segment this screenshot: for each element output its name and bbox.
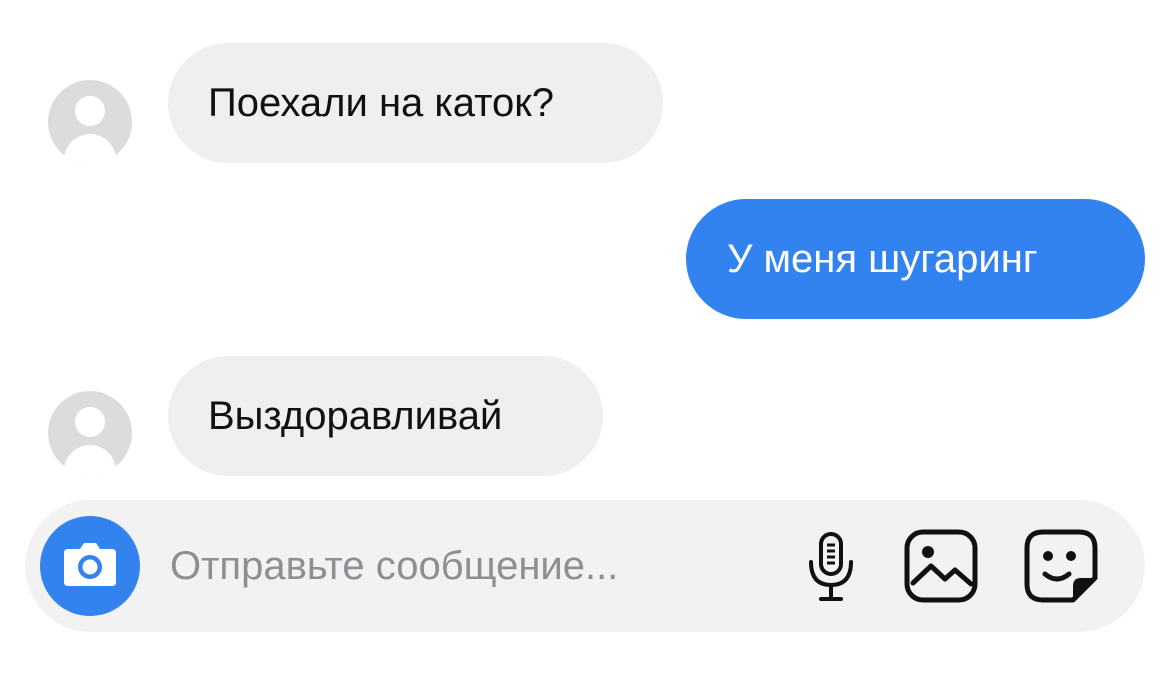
message-input[interactable] (170, 538, 790, 594)
incoming-message-bubble[interactable]: Выздоравливай (168, 356, 603, 476)
message-text: У меня шугаринг (727, 236, 1038, 281)
sticker-button[interactable] (1023, 528, 1099, 604)
sticker-icon (1024, 529, 1098, 603)
avatar-head-shape (75, 407, 105, 437)
outgoing-message-bubble[interactable]: У меня шугаринг (686, 199, 1145, 319)
message-text: Выздоравливай (208, 393, 503, 438)
avatar-shoulders-shape (64, 134, 116, 164)
message-text: Поехали на каток? (208, 80, 555, 125)
gallery-button[interactable] (903, 528, 979, 604)
avatar-head-shape (75, 96, 105, 126)
microphone-button[interactable] (793, 528, 869, 604)
camera-icon (64, 543, 116, 586)
avatar-shoulders-shape (64, 445, 116, 475)
image-icon (904, 529, 978, 603)
avatar[interactable] (48, 80, 132, 164)
microphone-icon (809, 532, 853, 601)
incoming-message-bubble[interactable]: Поехали на каток? (168, 43, 663, 163)
camera-button[interactable] (40, 516, 140, 616)
message-composer (25, 500, 1145, 632)
avatar[interactable] (48, 391, 132, 475)
